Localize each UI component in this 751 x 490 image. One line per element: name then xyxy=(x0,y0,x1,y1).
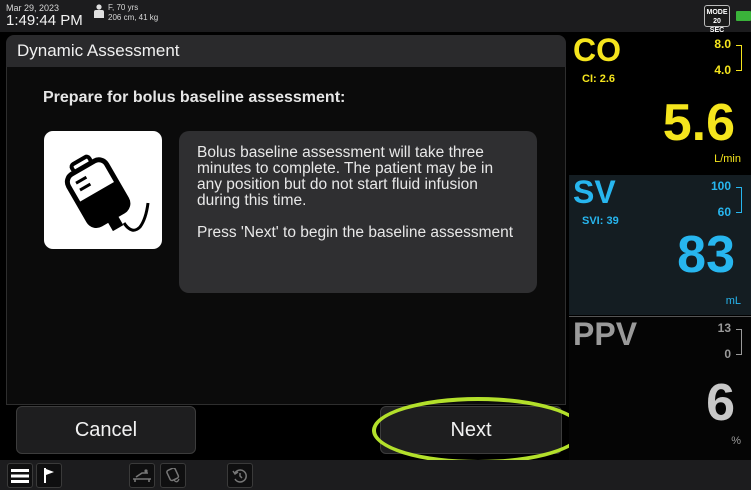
iv-bag-icon xyxy=(44,131,162,249)
battery-icon xyxy=(736,11,751,21)
co-value: 5.6 xyxy=(662,94,735,152)
sv-target-bracket xyxy=(736,187,742,213)
sv-unit: mL xyxy=(725,295,741,307)
dialog-title: Dynamic Assessment xyxy=(17,41,180,60)
info-paragraph: Bolus baseline assessment will take thre… xyxy=(197,144,494,209)
next-button[interactable]: Next xyxy=(380,406,562,454)
ppv-label: PPV xyxy=(573,316,638,352)
sv-value: 83 xyxy=(677,226,735,284)
ppv-tile[interactable]: PPV 13 0 6 % xyxy=(569,316,751,460)
history-icon[interactable] xyxy=(227,463,253,488)
ci-value: CI: 2.6 xyxy=(582,73,616,85)
ppv-target-bracket xyxy=(736,329,742,355)
info-message: Bolus baseline assessment will take thre… xyxy=(179,131,537,293)
co-label: CO xyxy=(573,32,621,68)
co-target-high: 8.0 xyxy=(714,37,731,51)
co-unit: L/min xyxy=(714,153,741,165)
co-target-bracket xyxy=(736,45,742,71)
ppv-target-high: 13 xyxy=(717,321,731,335)
sv-tile[interactable]: SV SVI: 39 100 60 83 mL xyxy=(569,174,751,315)
ppv-unit: % xyxy=(731,435,741,447)
info-paragraph: Press 'Next' to begin the baseline asses… xyxy=(197,224,514,241)
dialog-prompt: Prepare for bolus baseline assessment: xyxy=(43,89,346,106)
dialog-body: Prepare for bolus baseline assessment: B… xyxy=(6,67,566,405)
sv-label: SV xyxy=(573,174,616,210)
bed-position-icon[interactable] xyxy=(129,463,155,488)
flag-icon[interactable] xyxy=(36,463,62,488)
ppv-value: 6 xyxy=(706,374,735,432)
dialog-header: Dynamic Assessment xyxy=(6,35,566,67)
mode-button[interactable]: MODE 20 SEC xyxy=(704,5,730,34)
svi-value: SVI: 39 xyxy=(582,215,619,227)
menu-icon[interactable] xyxy=(7,463,33,488)
status-bar: Mar 29, 2023 1:49:44 PM F, 70 yrs 206 cm… xyxy=(0,0,751,34)
sv-target-low: 60 xyxy=(717,205,731,219)
patient-size: 206 cm, 41 kg xyxy=(108,13,159,22)
patient-demographics: F, 70 yrs xyxy=(108,3,139,12)
fluid-bag-icon[interactable] xyxy=(160,463,186,488)
mode-label: MODE xyxy=(706,9,728,16)
co-target-low: 4.0 xyxy=(714,63,731,77)
bottom-toolbar xyxy=(0,460,751,490)
person-icon xyxy=(94,4,104,18)
cancel-button[interactable]: Cancel xyxy=(16,406,196,454)
co-tile[interactable]: CO CI: 2.6 8.0 4.0 5.6 L/min xyxy=(569,32,751,174)
time: 1:49:44 PM xyxy=(6,12,83,29)
sv-target-high: 100 xyxy=(710,179,731,193)
ppv-target-low: 0 xyxy=(724,347,731,361)
